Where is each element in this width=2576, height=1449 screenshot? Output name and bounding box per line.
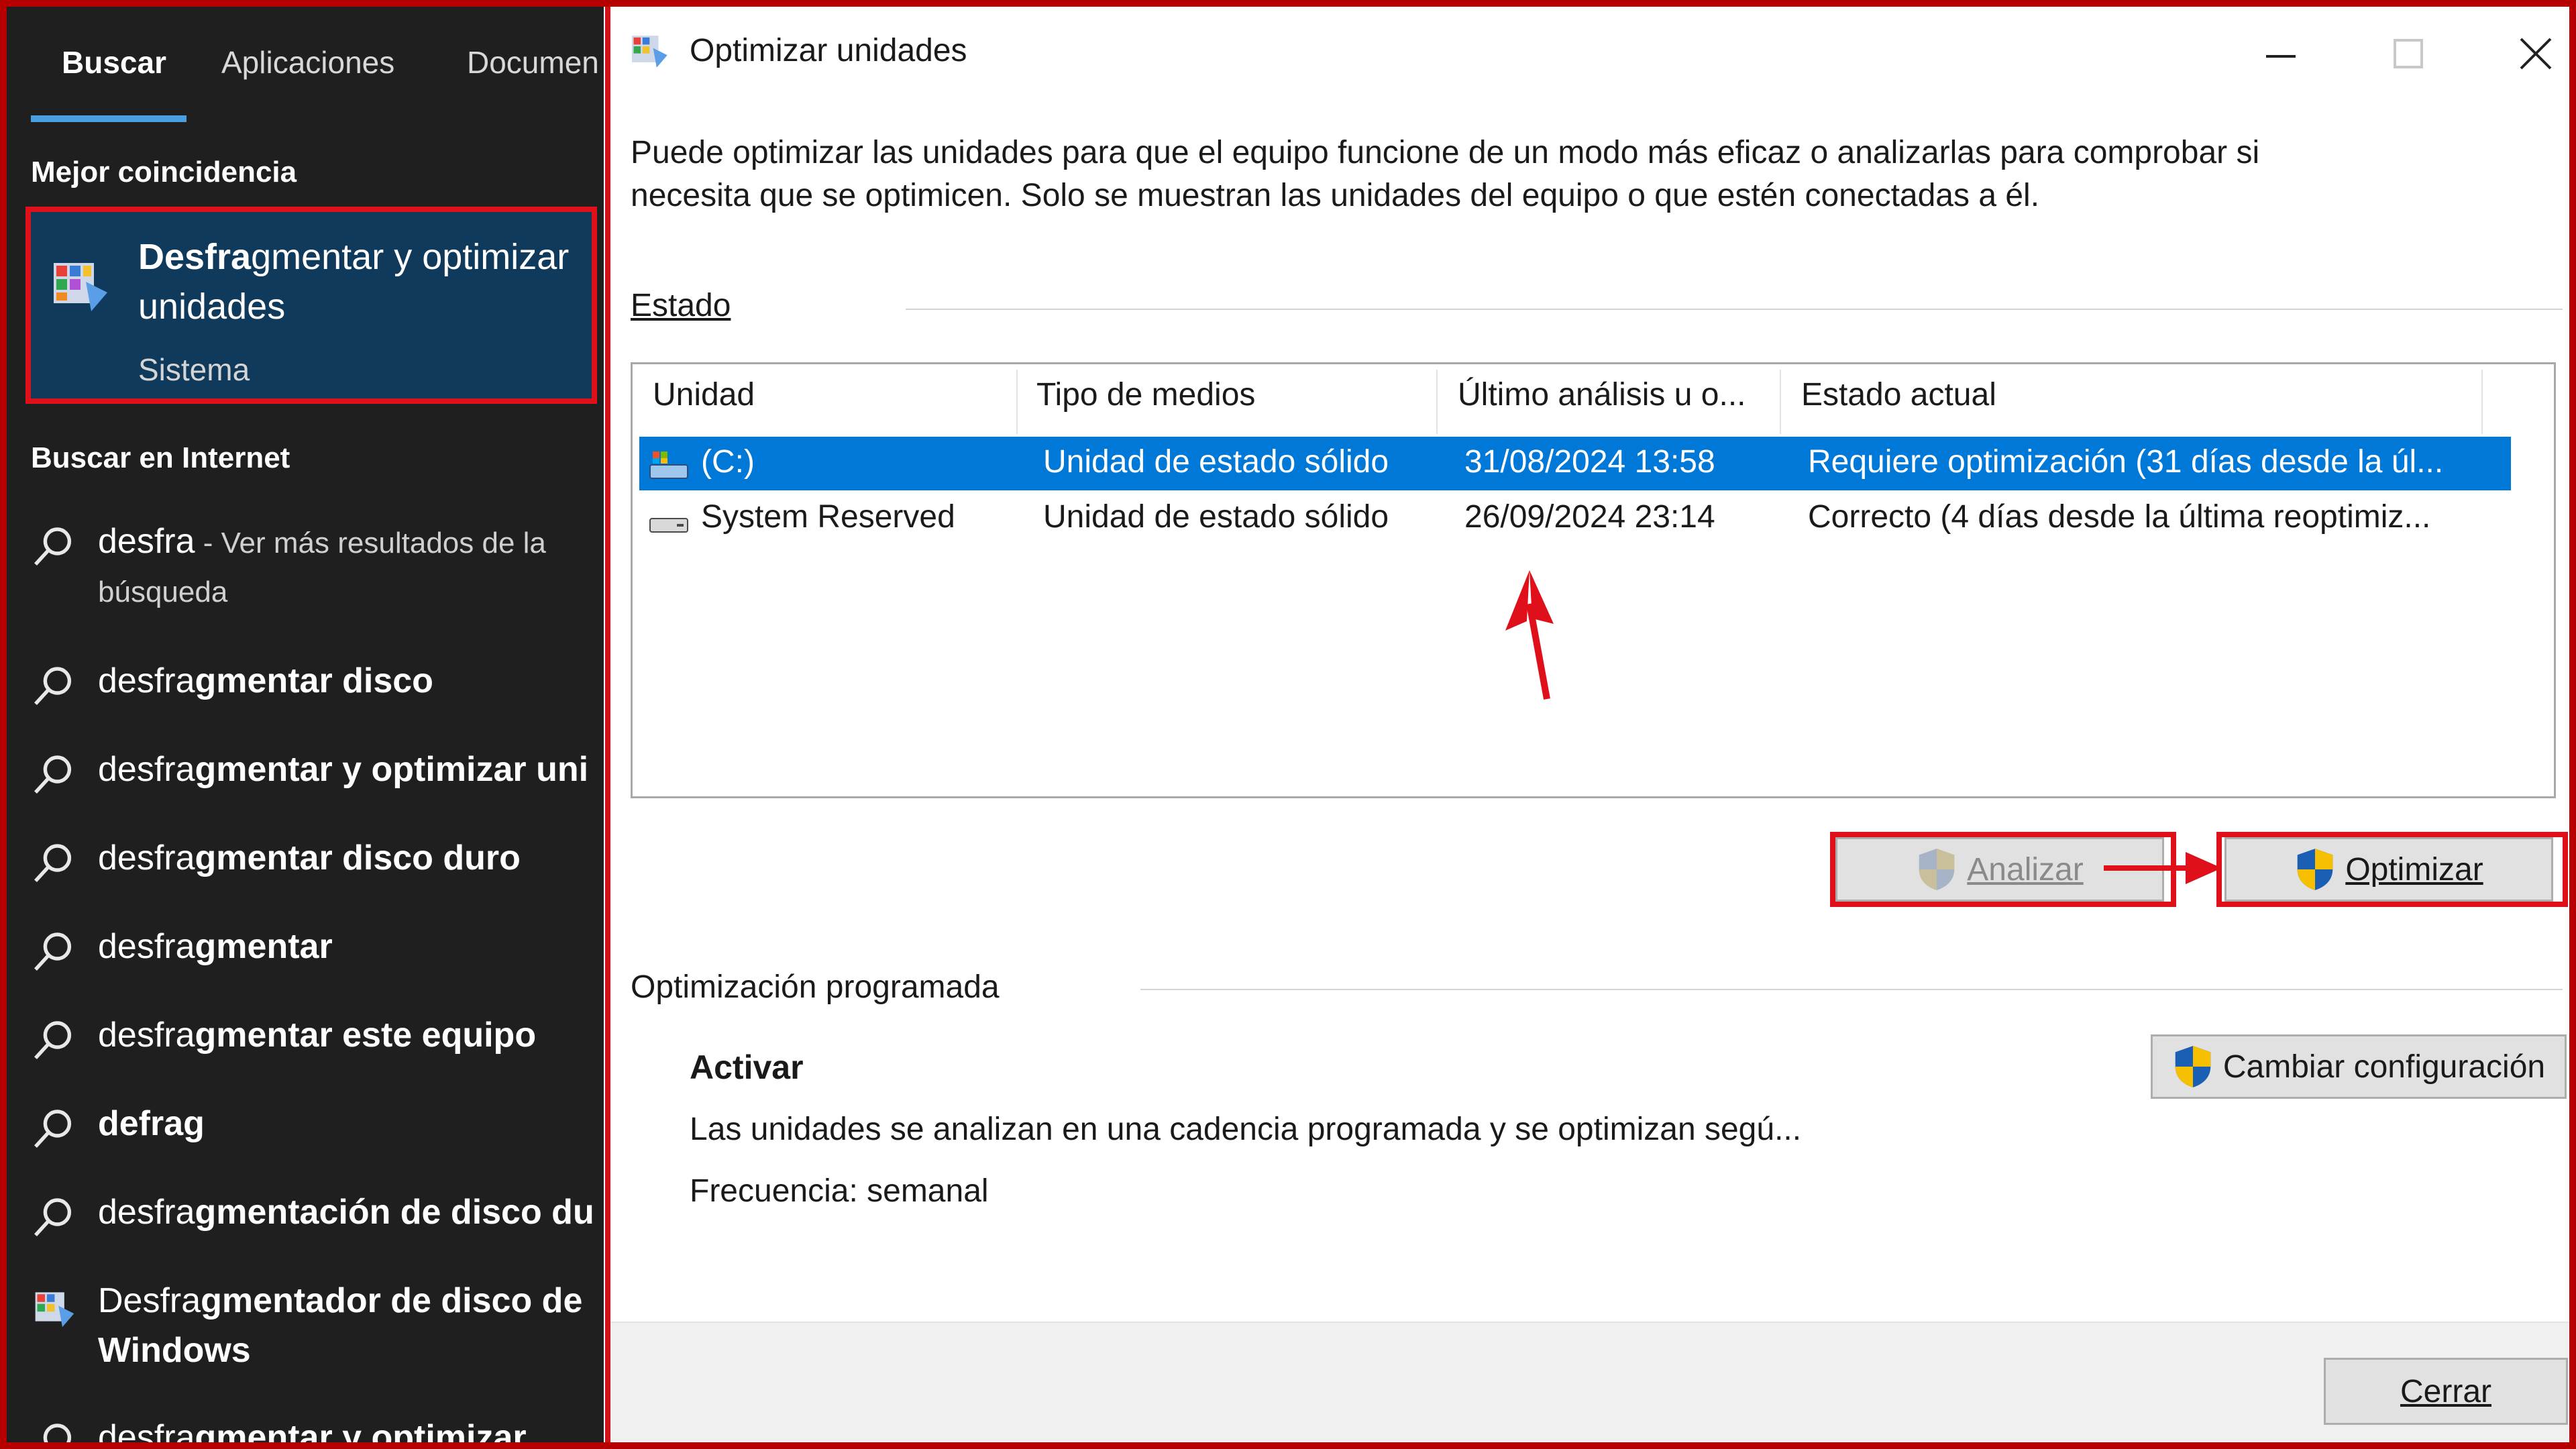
search-result-item[interactable]: desfragmentar disco [7, 656, 604, 737]
drive-icon [649, 518, 688, 533]
search-panel: Buscar Aplicaciones Documen Mejor coinci… [7, 7, 604, 1442]
annotation-arrow-up [1505, 570, 1554, 700]
optimize-drives-dialog: Optimizar unidades Puede optimizar las u… [605, 7, 2569, 1442]
column-separator[interactable] [1016, 370, 1018, 434]
search-result-item[interactable]: desfragmentar este equipo [7, 1010, 604, 1091]
best-match-subtitle: Sistema [138, 352, 250, 387]
search-result-text-line2: Windows [98, 1331, 251, 1370]
optimize-highlight [2216, 832, 2568, 907]
search-result-text: desfragmentar y optimizar [98, 1418, 527, 1442]
search-result-text-line2: búsqueda [98, 576, 228, 608]
search-result-item[interactable]: desfragmentar y optimizar [7, 1413, 604, 1442]
column-separator[interactable] [1780, 370, 1781, 434]
change-config-label: Cambiar configuración [2222, 1049, 2546, 1085]
drives-list[interactable]: Unidad Tipo de medios Último análisis u … [631, 362, 2556, 798]
search-icon [34, 844, 72, 883]
search-icon [34, 667, 72, 706]
title-bar: Optimizar unidades [610, 7, 2569, 87]
column-header-last-analysis[interactable]: Último análisis u o... [1458, 376, 1746, 413]
column-header-current-state[interactable]: Estado actual [1801, 376, 1996, 413]
best-match-title: Desfragmentar y optimizar unidades [138, 237, 570, 327]
status-group-divider [906, 309, 2563, 310]
dialog-description: Puede optimizar las unidades para que el… [631, 131, 2475, 217]
best-match-header: Mejor coincidencia [31, 156, 297, 189]
search-result-text: defrag [98, 1104, 205, 1143]
status-group-label: Estado [631, 288, 731, 323]
search-result-item[interactable]: desfragmentar [7, 922, 604, 1002]
search-result-text: Desfragmentador de disco de [98, 1281, 583, 1320]
close-button[interactable]: Cerrar [2324, 1358, 2568, 1425]
minimize-button[interactable] [2234, 20, 2328, 87]
drive-last-analysis: 26/09/2024 23:14 [1464, 499, 1715, 535]
schedule-description: Las unidades se analizan en una cadencia… [690, 1112, 1802, 1147]
tab-buscar[interactable]: Buscar [62, 44, 166, 80]
maximize-icon [2394, 39, 2423, 68]
search-result-text: desfragmentar este equipo [98, 1016, 537, 1055]
drive-unit: (C:) [701, 444, 755, 480]
search-icon [34, 1198, 72, 1237]
search-icon [43, 1424, 72, 1442]
drive-unit: System Reserved [701, 499, 955, 535]
uac-shield-icon [2175, 1046, 2211, 1087]
dialog-footer: Cerrar [610, 1322, 2569, 1442]
search-result-text: desfragmentar y optimizar uni [98, 750, 589, 789]
close-label: Cerrar [2400, 1373, 2491, 1409]
column-separator[interactable] [1436, 370, 1438, 434]
drive-media-type: Unidad de estado sólido [1043, 499, 1389, 535]
tab-documentos[interactable]: Documen [467, 44, 599, 80]
maximize-button[interactable] [2361, 20, 2455, 87]
search-icon [34, 755, 72, 794]
description-line: necesita que se optimicen. Solo se muest… [631, 178, 2040, 213]
drive-current-state: Correcto (4 días desde la última reoptim… [1808, 499, 2431, 535]
close-window-button[interactable] [2489, 20, 2569, 87]
defrag-app-icon [54, 263, 107, 311]
drive-media-type: Unidad de estado sólido [1043, 444, 1389, 480]
annotation-arrow-right [2104, 852, 2222, 884]
change-config-button[interactable]: Cambiar configuración [2151, 1034, 2567, 1099]
search-icon [34, 527, 72, 566]
search-icon [34, 932, 72, 971]
description-line: Puede optimizar las unidades para que el… [631, 135, 2260, 170]
column-header-media[interactable]: Tipo de medios [1036, 376, 1255, 413]
defrag-app-icon [631, 36, 667, 68]
best-match-result[interactable]: Desfragmentar y optimizar unidades Siste… [25, 207, 597, 404]
scheduled-group-divider [1140, 989, 2563, 990]
activate-label: Activar [690, 1049, 804, 1086]
internet-search-header: Buscar en Internet [31, 441, 290, 474]
scheduled-group-label: Optimización programada [631, 969, 1000, 1005]
search-result-item[interactable]: desfragmentar disco duro [7, 833, 604, 914]
search-result-text: desfragmentar disco duro [98, 839, 521, 877]
drive-last-analysis: 31/08/2024 13:58 [1464, 444, 1715, 480]
schedule-frequency: Frecuencia: semanal [690, 1173, 989, 1209]
search-result-text: desfragmentación de disco du [98, 1193, 594, 1232]
drive-current-state: Requiere optimización (31 días desde la … [1808, 444, 2444, 480]
close-icon [2520, 38, 2552, 70]
search-result-text: desfragmentar disco [98, 661, 433, 700]
column-header-unit[interactable]: Unidad [653, 376, 755, 413]
search-result-item[interactable]: defrag [7, 1099, 604, 1179]
screenshot-frame: Buscar Aplicaciones Documen Mejor coinci… [7, 7, 2569, 1442]
search-icon [34, 1021, 72, 1060]
drive-row-c[interactable]: (C:) Unidad de estado sólido 31/08/2024 … [639, 437, 2511, 490]
active-tab-indicator [31, 115, 186, 122]
drive-row-system-reserved[interactable]: System Reserved Unidad de estado sólido … [639, 492, 2511, 545]
defrag-app-icon [35, 1292, 74, 1328]
window-title: Optimizar unidades [690, 33, 967, 68]
minimize-icon [2266, 55, 2296, 58]
search-result-text: desfra - Ver más resultados de la [98, 522, 546, 561]
search-result-item[interactable]: desfra - Ver más resultados de la [7, 517, 604, 597]
search-result-text: desfragmentar [98, 927, 333, 966]
system-drive-icon [649, 451, 688, 479]
search-icon [34, 1110, 72, 1148]
search-result-item[interactable]: desfragmentación de disco du [7, 1187, 604, 1268]
tab-aplicaciones[interactable]: Aplicaciones [221, 44, 394, 80]
search-result-item[interactable]: desfragmentar y optimizar uni [7, 745, 604, 825]
search-result-app[interactable]: Desfragmentador de disco de Windows [7, 1276, 604, 1377]
column-separator[interactable] [2481, 370, 2483, 434]
search-tabs: Buscar Aplicaciones Documen [7, 7, 604, 122]
